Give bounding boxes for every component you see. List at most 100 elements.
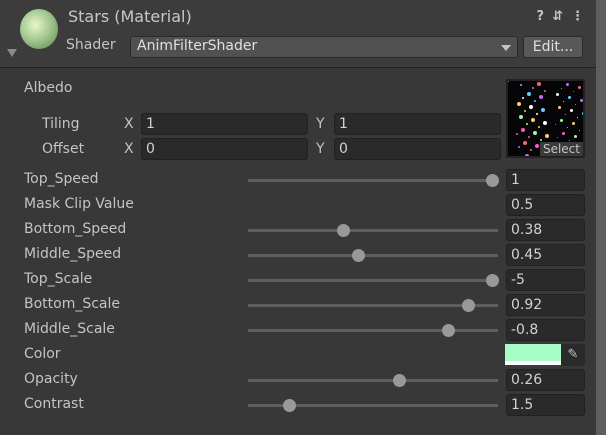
texture-star <box>520 84 522 86</box>
offset-y-label: Y <box>316 141 325 157</box>
property-label: Mask Clip Value <box>24 196 134 212</box>
texture-star <box>532 87 534 89</box>
slider-track[interactable] <box>248 229 498 232</box>
texture-star <box>528 136 530 138</box>
texture-star <box>569 140 570 141</box>
shader-value: AnimFilterShader <box>137 38 258 54</box>
color-swatch[interactable] <box>505 344 561 365</box>
slider-track[interactable] <box>248 329 498 332</box>
texture-star <box>508 81 509 82</box>
texture-star <box>563 101 564 102</box>
property-value-field[interactable]: 0.5 <box>506 194 585 216</box>
property-label: Bottom_Speed <box>24 221 127 237</box>
property-label: Top_Speed <box>24 171 99 187</box>
texture-star <box>533 131 537 135</box>
slider-track[interactable] <box>248 179 498 182</box>
property-value-field[interactable]: 0.26 <box>506 369 585 391</box>
slider-handle[interactable] <box>393 374 407 387</box>
slider-track[interactable] <box>248 379 498 382</box>
help-icon[interactable]: ? <box>537 9 545 24</box>
texture-star <box>541 108 545 112</box>
more-menu-icon[interactable]: ⋮ <box>571 9 584 24</box>
texture-star <box>540 139 542 141</box>
slider-track[interactable] <box>248 254 498 257</box>
albedo-label: Albedo <box>24 80 73 96</box>
texture-star <box>562 132 565 135</box>
slider-handle[interactable] <box>283 399 297 412</box>
edit-shader-button[interactable]: Edit... <box>523 36 583 58</box>
offset-label: Offset <box>42 141 85 157</box>
property-label: Opacity <box>24 371 78 387</box>
texture-star <box>578 86 581 89</box>
texture-star <box>545 134 549 138</box>
offset-x-label: X <box>124 141 134 157</box>
albedo-texture-slot[interactable]: Select <box>506 79 585 158</box>
texture-star <box>524 110 526 112</box>
texture-star <box>536 113 538 115</box>
texture-star <box>534 100 536 102</box>
slider-track[interactable] <box>248 304 498 307</box>
property-value-field[interactable]: 1.5 <box>506 394 585 416</box>
texture-star <box>522 97 524 99</box>
texture-star <box>573 91 574 92</box>
texture-star <box>523 141 527 145</box>
texture-star <box>543 121 547 125</box>
texture-star <box>557 137 558 138</box>
property-value-field[interactable]: 0.92 <box>506 294 585 316</box>
texture-star <box>526 123 528 125</box>
property-value-field[interactable]: 0.45 <box>506 244 585 266</box>
texture-star <box>535 144 539 148</box>
texture-star <box>529 105 533 109</box>
texture-star <box>519 115 523 119</box>
shader-label: Shader <box>66 37 116 53</box>
texture-star <box>518 146 520 148</box>
texture-star <box>572 122 575 125</box>
slider-track[interactable] <box>248 279 498 282</box>
tiling-x-label: X <box>124 116 134 132</box>
texture-star <box>555 124 556 125</box>
slider-handle[interactable] <box>442 324 456 337</box>
foldout-arrow-icon[interactable] <box>7 49 17 57</box>
property-value-field[interactable]: 0.38 <box>506 219 585 241</box>
texture-star <box>568 96 571 99</box>
property-value-field[interactable]: 1 <box>506 169 585 191</box>
eyedropper-icon[interactable]: ✎ <box>561 344 585 366</box>
texture-star <box>539 95 543 99</box>
scrollbar[interactable] <box>596 0 606 435</box>
texture-star <box>580 99 583 102</box>
tiling-label: Tiling <box>42 116 80 132</box>
texture-star <box>517 102 521 106</box>
texture-star <box>556 93 559 96</box>
material-preview <box>20 9 58 49</box>
property-label: Bottom_Scale <box>24 296 121 312</box>
texture-star <box>567 127 568 128</box>
texture-star <box>565 114 566 115</box>
slider-handle[interactable] <box>486 174 499 187</box>
tiling-y-field[interactable]: 1 <box>334 113 501 135</box>
property-value-field[interactable]: -0.8 <box>506 319 585 341</box>
property-label: Middle_Speed <box>24 246 122 262</box>
texture-star <box>566 83 569 86</box>
select-texture-button[interactable]: Select <box>539 142 583 156</box>
material-title: Stars (Material) <box>68 7 192 26</box>
texture-star <box>544 90 546 92</box>
slider-handle[interactable] <box>351 249 365 262</box>
slider-handle[interactable] <box>486 274 499 287</box>
texture-star <box>525 154 529 156</box>
property-label: Top_Scale <box>24 271 93 287</box>
slider-handle[interactable] <box>461 299 475 312</box>
shader-dropdown[interactable]: AnimFilterShader <box>130 36 518 58</box>
property-value-field[interactable]: -5 <box>506 269 585 291</box>
offset-x-field[interactable]: 0 <box>141 138 308 160</box>
offset-y-field[interactable]: 0 <box>334 138 501 160</box>
texture-star <box>527 92 531 96</box>
texture-star <box>537 82 541 86</box>
texture-star <box>558 106 561 109</box>
presets-icon[interactable]: ⇵ <box>552 9 563 24</box>
tiling-x-field[interactable]: 1 <box>141 113 308 135</box>
dropdown-arrow-icon <box>501 45 511 51</box>
slider-handle[interactable] <box>337 224 351 237</box>
texture-star <box>561 88 562 89</box>
texture-star <box>574 135 577 138</box>
texture-star <box>575 104 576 105</box>
